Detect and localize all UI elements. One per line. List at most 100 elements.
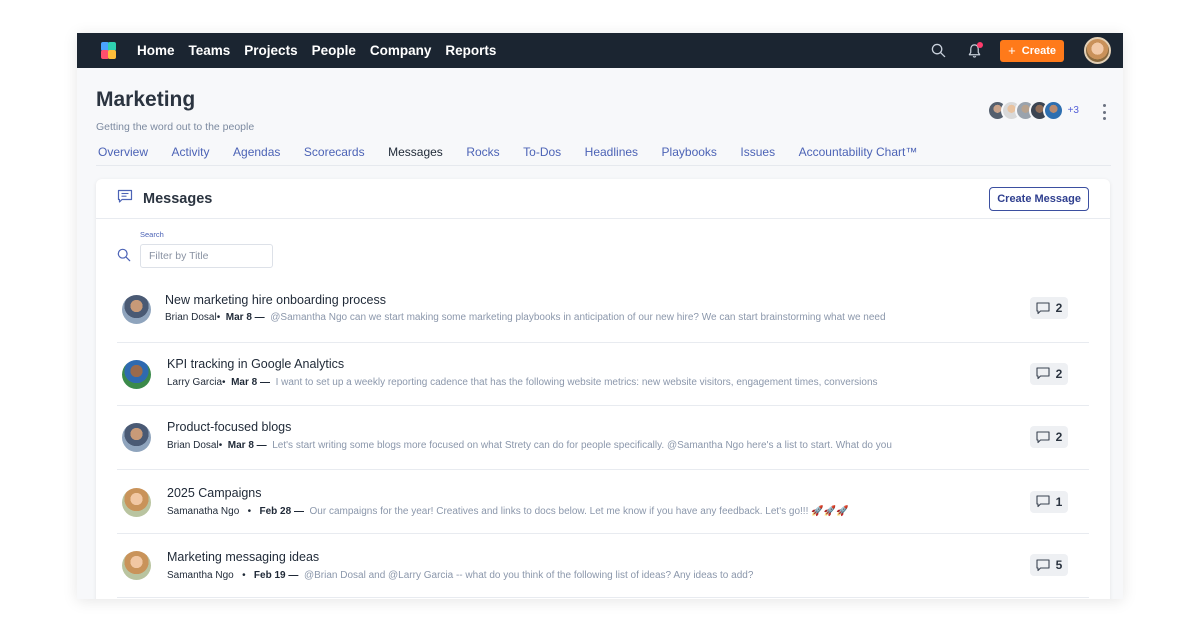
nav-people[interactable]: People — [312, 43, 356, 58]
nav-home[interactable]: Home — [137, 43, 175, 58]
plus-icon: + — [1008, 43, 1016, 58]
message-date: Mar 8 — — [231, 376, 270, 388]
comment-count-badge[interactable]: 5 — [1030, 554, 1068, 576]
more-members-count[interactable]: +3 — [1068, 105, 1079, 116]
comment-icon — [1036, 301, 1050, 314]
comment-count: 2 — [1055, 430, 1063, 444]
avatar — [122, 551, 151, 580]
message-title[interactable]: KPI tracking in Google Analytics — [167, 357, 344, 371]
tab-messages[interactable]: Messages — [388, 145, 443, 159]
comment-count-badge[interactable]: 1 — [1030, 490, 1068, 513]
top-navbar: Home Teams Projects People Company Repor… — [77, 33, 1123, 68]
tab-accountability-chart[interactable]: Accountability Chart™ — [799, 145, 918, 159]
comment-icon — [1036, 495, 1050, 508]
message-date: Mar 8 — — [227, 440, 267, 451]
comment-count: 1 — [1055, 494, 1063, 509]
message-title[interactable]: Product-focused blogs — [167, 420, 291, 434]
tab-todos[interactable]: To-Dos — [523, 145, 561, 159]
nav-projects[interactable]: Projects — [244, 43, 297, 58]
message-meta: Brian Dosal• Mar 8 — @Samantha Ngo can w… — [165, 312, 886, 323]
message-preview: @Brian Dosal and @Larry Garcia -- what d… — [303, 570, 754, 581]
message-date: Feb 28 — — [259, 505, 304, 517]
separator-dot: • — [247, 505, 252, 517]
team-tabs: Overview Activity Agendas Scorecards Mes… — [98, 145, 941, 159]
tab-activity[interactable]: Activity — [172, 145, 210, 159]
comment-count: 5 — [1055, 558, 1063, 572]
comment-count: 2 — [1055, 366, 1063, 381]
avatar[interactable] — [1042, 100, 1064, 121]
kebab-menu-icon[interactable] — [1099, 104, 1109, 120]
list-item[interactable]: Marketing messaging ideas Samantha Ngo •… — [117, 534, 1089, 598]
message-preview: I want to set up a weekly reporting cade… — [275, 376, 878, 388]
comment-count-badge[interactable]: 2 — [1030, 297, 1068, 319]
create-button-label: Create — [1021, 44, 1056, 57]
message-title[interactable]: 2025 Campaigns — [167, 486, 262, 500]
app-logo-icon[interactable] — [101, 42, 116, 59]
message-meta: Larry Garcia• Mar 8 — I want to set up a… — [167, 377, 878, 388]
message-title[interactable]: New marketing hire onboarding process — [165, 293, 386, 307]
tab-headlines[interactable]: Headlines — [585, 145, 638, 159]
create-message-button[interactable]: Create Message — [989, 186, 1089, 211]
bell-icon[interactable] — [964, 41, 984, 61]
team-members[interactable]: +3 — [986, 100, 1079, 121]
search-label: Search — [140, 230, 164, 239]
list-item[interactable]: Product-focused blogs Brian Dosal• Mar 8… — [117, 406, 1089, 470]
comment-icon — [1036, 430, 1050, 443]
avatar — [122, 295, 151, 324]
message-date: Mar 8 — — [225, 312, 265, 323]
message-author: Samantha Ngo — [167, 570, 234, 581]
message-preview: Let's start writing some blogs more focu… — [272, 440, 892, 451]
separator-dot: • — [222, 376, 226, 388]
message-list: New marketing hire onboarding process Br… — [117, 279, 1089, 598]
message-author: Brian Dosal — [167, 440, 219, 451]
message-meta: Samanatha Ngo • Feb 28 — Our campaigns f… — [167, 506, 849, 517]
comment-icon — [1036, 367, 1050, 380]
comment-count: 2 — [1055, 301, 1063, 315]
app-window: Home Teams Projects People Company Repor… — [77, 33, 1123, 599]
user-avatar[interactable] — [1084, 37, 1111, 64]
message-meta: Brian Dosal• Mar 8 — Let's start writing… — [167, 440, 892, 451]
separator-dot: • — [242, 570, 246, 581]
tab-agendas[interactable]: Agendas — [233, 145, 280, 159]
tab-scorecards[interactable]: Scorecards — [304, 145, 365, 159]
message-author: Samanatha Ngo — [167, 505, 240, 517]
comment-count-badge[interactable]: 2 — [1030, 426, 1068, 448]
card-header: Messages Create Message — [96, 179, 1110, 219]
list-item[interactable]: 2025 Campaigns Samanatha Ngo • Feb 28 — … — [117, 470, 1089, 534]
main-nav: Home Teams Projects People Company Repor… — [137, 43, 510, 58]
tab-issues[interactable]: Issues — [740, 145, 775, 159]
search-icon — [117, 248, 131, 267]
message-author: Brian Dosal — [165, 312, 217, 323]
avatar — [122, 487, 151, 517]
avatar — [122, 359, 151, 389]
nav-reports[interactable]: Reports — [445, 43, 496, 58]
separator-dot: • — [218, 440, 223, 451]
message-preview: Our campaigns for the year! Creatives an… — [309, 505, 849, 517]
avatar — [122, 423, 151, 452]
separator-dot: • — [216, 312, 221, 323]
notification-dot — [977, 41, 984, 48]
tab-playbooks[interactable]: Playbooks — [662, 145, 717, 159]
tabs-divider — [96, 165, 1111, 166]
page-title: Marketing — [96, 88, 196, 111]
message-meta: Samantha Ngo • Feb 19 — @Brian Dosal and… — [167, 570, 753, 581]
page-subtitle: Getting the word out to the people — [96, 121, 255, 133]
card-title: Messages — [143, 190, 213, 207]
nav-company[interactable]: Company — [370, 43, 432, 58]
message-date: Feb 19 — — [253, 570, 299, 581]
tab-rocks[interactable]: Rocks — [466, 145, 499, 159]
message-title[interactable]: Marketing messaging ideas — [167, 550, 319, 564]
filter-by-title-input[interactable] — [140, 244, 273, 268]
list-item[interactable]: KPI tracking in Google Analytics Larry G… — [117, 343, 1089, 406]
nav-teams[interactable]: Teams — [189, 43, 231, 58]
nav-actions: + Create — [928, 37, 1111, 64]
comment-count-badge[interactable]: 2 — [1030, 362, 1068, 385]
list-item[interactable]: New marketing hire onboarding process Br… — [117, 279, 1089, 343]
search-icon[interactable] — [928, 41, 948, 61]
comment-icon — [1036, 558, 1050, 571]
create-button[interactable]: + Create — [1000, 39, 1064, 62]
message-author: Larry Garcia — [167, 376, 223, 388]
chat-lines-icon — [117, 189, 133, 209]
message-preview: @Samantha Ngo can we start making some m… — [270, 312, 886, 323]
tab-overview[interactable]: Overview — [98, 145, 148, 159]
